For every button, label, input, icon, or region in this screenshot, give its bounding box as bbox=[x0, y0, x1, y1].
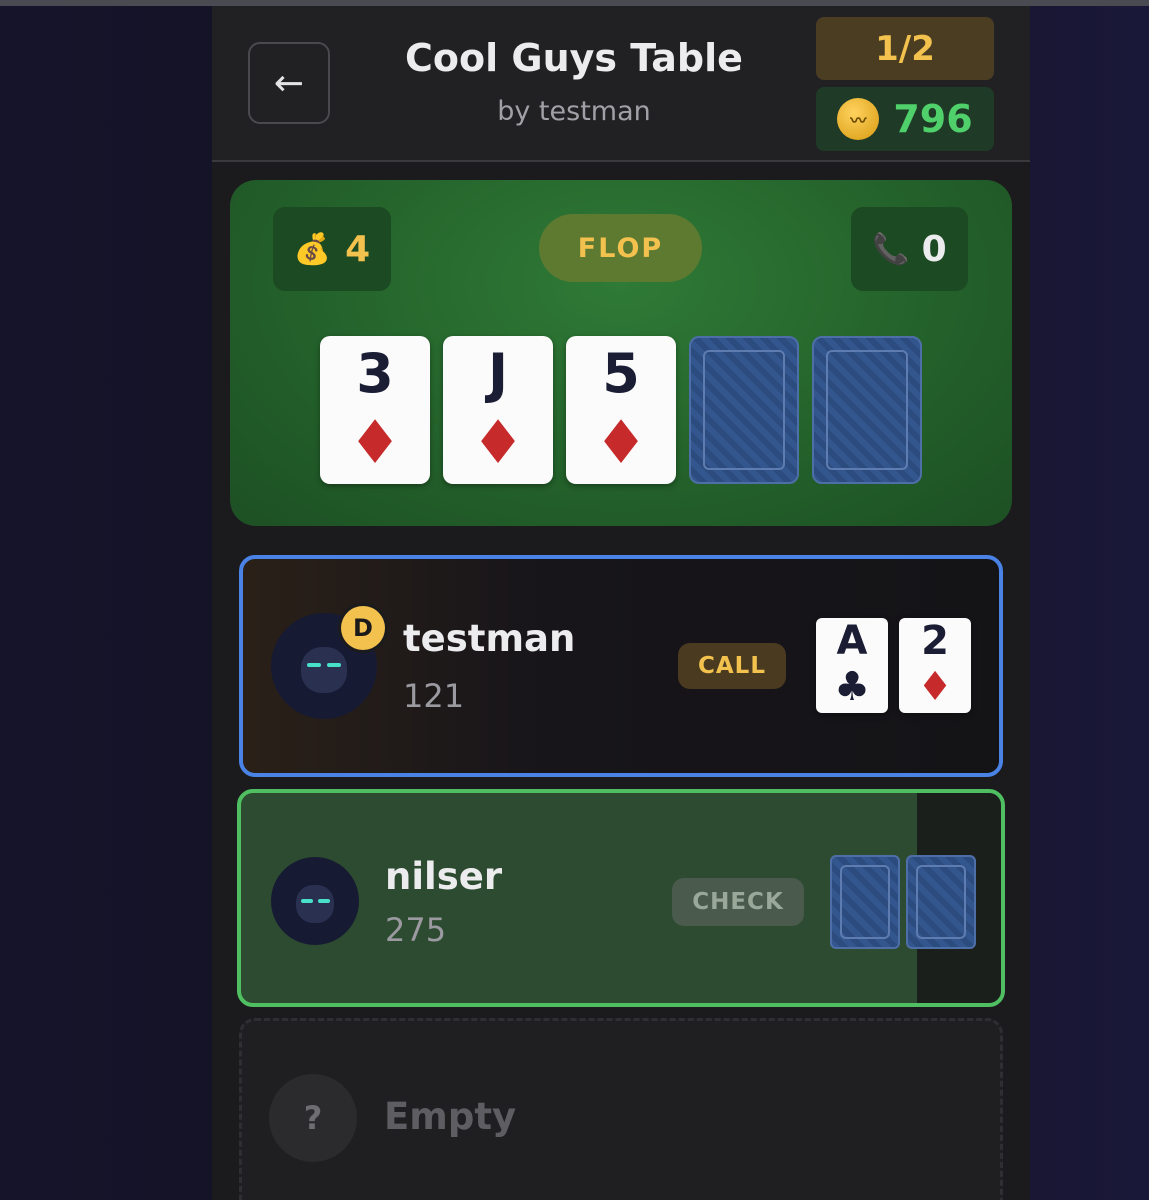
club-suit-icon: ♣ bbox=[834, 664, 870, 710]
stage-badge: FLOP bbox=[539, 214, 702, 282]
card-rank: A bbox=[836, 618, 868, 664]
balance-badge: 〰 796 bbox=[816, 87, 994, 151]
diamond-suit-icon: ♦ bbox=[917, 664, 953, 710]
hole-card: 2 ♦ bbox=[899, 618, 971, 713]
table-header: ← Cool Guys Table by testman 1/2 〰 796 bbox=[212, 6, 1030, 162]
to-call-display: 📞 0 bbox=[851, 207, 968, 291]
last-action-badge: CHECK bbox=[672, 878, 804, 926]
question-icon: ? bbox=[269, 1074, 357, 1162]
diamond-suit-icon: ♦ bbox=[594, 408, 648, 478]
empty-seat-label: Empty bbox=[384, 1095, 517, 1138]
face-down-card bbox=[906, 855, 976, 949]
phone-icon: 📞 bbox=[872, 231, 910, 267]
hole-card: A ♣ bbox=[816, 618, 888, 713]
community-card: J ♦ bbox=[443, 336, 553, 484]
face-down-card bbox=[812, 336, 922, 484]
to-call-amount: 0 bbox=[921, 228, 947, 270]
player-name: nilser bbox=[385, 855, 503, 898]
last-action-badge: CALL bbox=[678, 643, 786, 689]
poker-table: 💰 4 FLOP 📞 0 3 ♦ J ♦ 5 ♦ bbox=[230, 180, 1012, 526]
face-down-card bbox=[830, 855, 900, 949]
money-bag-icon: 💰 bbox=[293, 231, 332, 267]
card-rank: 2 bbox=[921, 618, 949, 664]
coin-icon: 〰 bbox=[837, 98, 880, 140]
player-stack: 121 bbox=[403, 677, 465, 715]
player-stack: 275 bbox=[385, 911, 447, 949]
balance-value: 796 bbox=[893, 97, 973, 141]
player-avatar bbox=[271, 857, 359, 945]
poker-app: ← Cool Guys Table by testman 1/2 〰 796 💰… bbox=[212, 6, 1030, 1200]
pot-display: 💰 4 bbox=[273, 207, 391, 291]
card-rank: 5 bbox=[602, 342, 640, 405]
table-title: Cool Guys Table bbox=[405, 36, 743, 80]
diamond-suit-icon: ♦ bbox=[348, 408, 402, 478]
face-down-card bbox=[689, 336, 799, 484]
blinds-badge: 1/2 bbox=[816, 17, 994, 80]
player-seat-testman[interactable]: D testman 121 CALL A ♣ 2 ♦ bbox=[239, 555, 1003, 777]
back-button[interactable]: ← bbox=[248, 42, 330, 124]
table-owner: by testman bbox=[497, 96, 651, 127]
card-rank: J bbox=[487, 342, 509, 405]
community-card: 5 ♦ bbox=[566, 336, 676, 484]
card-rank: 3 bbox=[356, 342, 394, 405]
community-card: 3 ♦ bbox=[320, 336, 430, 484]
player-seat-nilser[interactable]: nilser 275 CHECK bbox=[237, 789, 1005, 1007]
player-name: testman bbox=[403, 617, 576, 660]
diamond-suit-icon: ♦ bbox=[471, 408, 525, 478]
dealer-badge: D bbox=[341, 606, 385, 650]
pot-amount: 4 bbox=[345, 228, 371, 270]
empty-seat[interactable]: ? Empty bbox=[239, 1018, 1003, 1200]
back-arrow-icon: ← bbox=[273, 62, 305, 104]
